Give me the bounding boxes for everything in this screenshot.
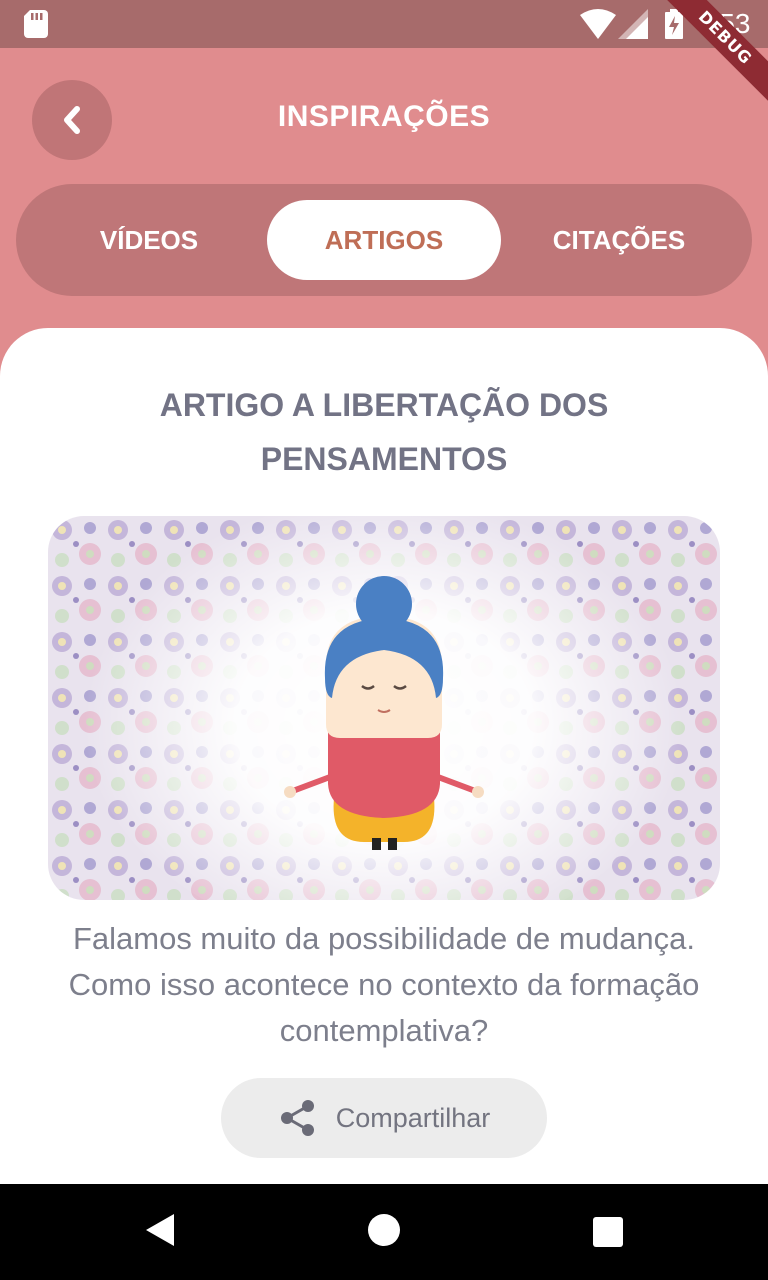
page-title: INSPIRAÇÕES [277,100,491,133]
tab-citacoes[interactable]: CITAÇÕES [502,200,736,280]
system-nav-bar [0,1184,768,1280]
home-circle-icon[interactable] [366,1212,402,1248]
share-button[interactable]: Compartilhar [221,1078,547,1158]
status-bar: 9:53 [0,0,768,48]
signal-icon [618,9,648,39]
share-icon [280,1100,314,1136]
sd-card-icon [24,10,48,38]
meditating-figure-illustration [48,516,720,900]
tab-bar: VÍDEOS ARTIGOS CITAÇÕES [16,184,752,296]
tab-videos[interactable]: VÍDEOS [32,200,266,280]
article-description: Falamos muito da possibilidade de mudanç… [68,921,700,1048]
tab-artigos[interactable]: ARTIGOS [267,200,501,280]
content-sheet: ARTIGO A LIBERTAÇÃO DOS PENSAMENTOS Fala… [0,328,768,1184]
wifi-icon [580,9,616,39]
recents-square-icon[interactable] [592,1216,624,1248]
share-label: Compartilhar [335,1102,491,1133]
article-title: ARTIGO A LIBERTAÇÃO DOS PENSAMENTOS [159,387,609,477]
article-image[interactable] [48,516,720,900]
back-triangle-icon[interactable] [144,1212,176,1248]
